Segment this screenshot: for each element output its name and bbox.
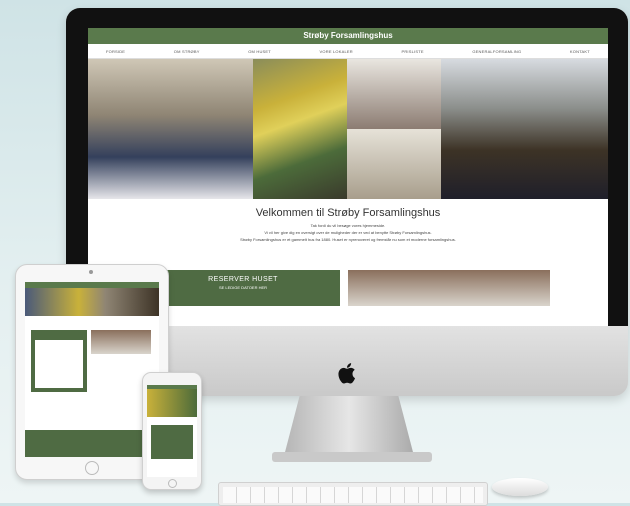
mobile-footer	[25, 430, 159, 457]
nav-item-generalforsamling[interactable]: GENERALFORSAMLING	[472, 49, 521, 54]
keyboard	[218, 482, 488, 506]
phone-calendar	[151, 425, 193, 459]
nav-item-prisliste[interactable]: PRISLISTE	[401, 49, 423, 54]
ipad-screen	[25, 282, 159, 457]
mobile-hall-photo	[91, 330, 151, 354]
mouse	[492, 478, 548, 496]
site-title[interactable]: Strøby Forsamlingshus	[88, 28, 608, 44]
apple-logo-icon	[338, 363, 355, 384]
nav-item-vore-lokaler[interactable]: VORE LOKALER	[320, 49, 353, 54]
hall-preview-photo	[348, 270, 550, 306]
welcome-line: Vi vil her give dig en oversigt over de …	[264, 230, 432, 235]
nav-item-om-huset[interactable]: OM HUSET	[248, 49, 271, 54]
room-photos	[347, 59, 441, 199]
nav-item-om-stroby[interactable]: OM STRØBY	[174, 49, 200, 54]
mobile-calendar	[35, 340, 83, 388]
reserve-subtitle: SE LEDIGE DATOER HER	[218, 285, 268, 290]
reserve-button[interactable]: RESERVER HUSET SE LEDIGE DATOER HER	[146, 270, 340, 306]
room-photo-bottom	[347, 129, 441, 199]
band-photo	[441, 59, 608, 199]
iphone-screen	[147, 385, 197, 477]
welcome-line: Strøby Forsamlingshus er et gammelt hus …	[240, 237, 456, 242]
welcome-line: Tak fordi du vil besøge vores hjemmeside…	[310, 223, 386, 228]
mobile-hero	[25, 288, 159, 316]
clown-photo	[253, 59, 347, 199]
imac-stand	[284, 396, 414, 456]
iphone-home-button	[168, 479, 177, 488]
reserve-title: RESERVER HUSET	[208, 276, 278, 283]
keyboard-keys	[223, 487, 483, 503]
imac-stand-base	[272, 452, 432, 462]
site-nav: FORSIDE OM STRØBY OM HUSET VORE LOKALER …	[88, 44, 608, 59]
hero-gallery	[88, 59, 608, 199]
hall-photo	[88, 59, 253, 199]
room-photo-top	[347, 59, 441, 129]
nav-item-kontakt[interactable]: KONTAKT	[570, 49, 590, 54]
welcome-section: Velkommen til Strøby Forsamlingshus Tak …	[88, 199, 608, 242]
iphone-device	[142, 372, 202, 490]
nav-item-forside[interactable]: FORSIDE	[106, 49, 125, 54]
phone-hero	[147, 389, 197, 417]
ipad-camera	[89, 270, 93, 274]
welcome-heading: Velkommen til Strøby Forsamlingshus	[255, 207, 441, 219]
ipad-home-button	[85, 461, 99, 475]
